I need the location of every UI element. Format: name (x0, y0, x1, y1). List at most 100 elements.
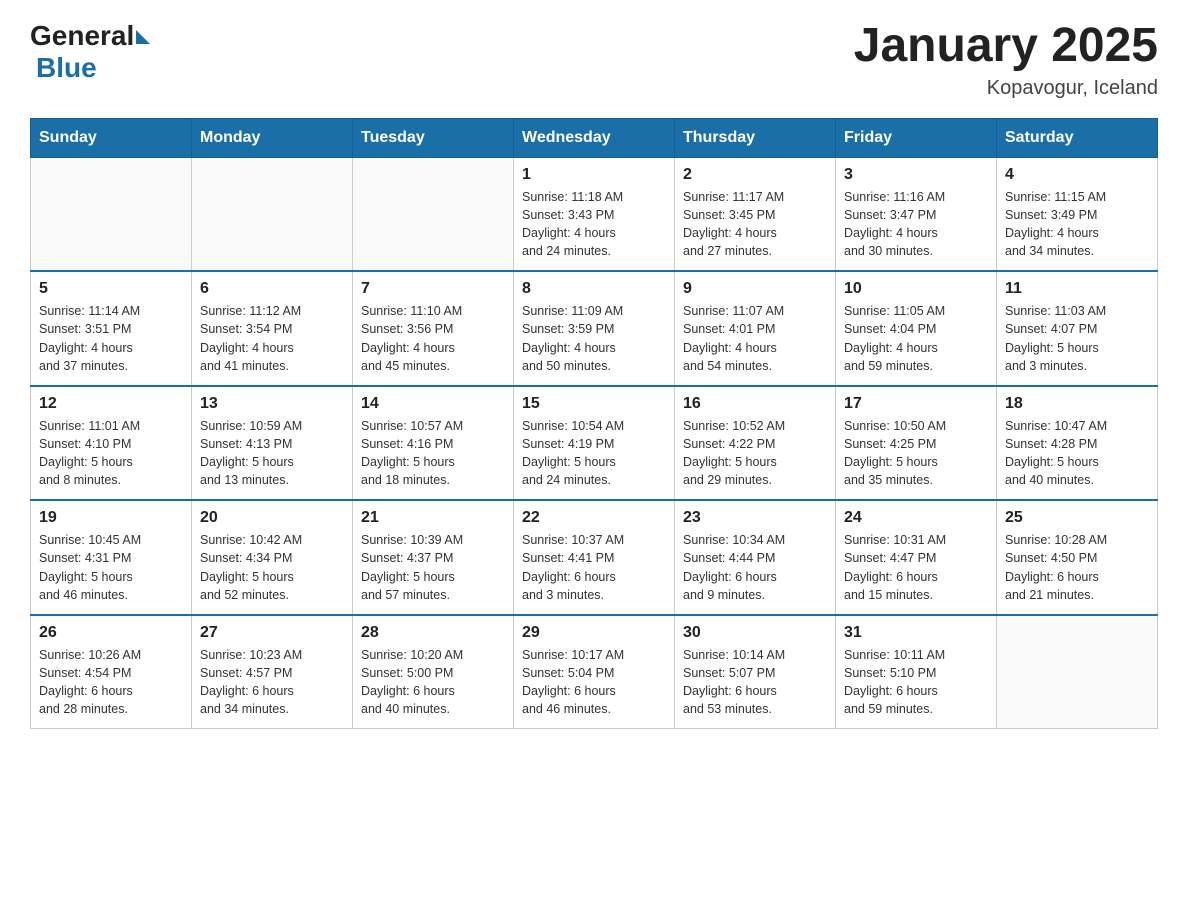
day-info: Sunrise: 10:39 AM Sunset: 4:37 PM Daylig… (361, 531, 505, 604)
day-info: Sunrise: 11:09 AM Sunset: 3:59 PM Daylig… (522, 302, 666, 375)
day-info: Sunrise: 11:17 AM Sunset: 3:45 PM Daylig… (683, 188, 827, 261)
calendar-cell: 30Sunrise: 10:14 AM Sunset: 5:07 PM Dayl… (675, 615, 836, 729)
calendar-cell: 29 Sunrise: 10:17 AM Sunset: 5:04 PM Dayl… (514, 615, 675, 729)
day-number: 29 (522, 624, 666, 642)
calendar-cell: 13Sunrise: 10:59 AM Sunset: 4:13 PM Dayl… (192, 386, 353, 501)
logo-blue-text: Blue (36, 52, 97, 83)
day-info: Sunrise: 10:20 AM Sunset: 5:00 PM Daylig… (361, 646, 505, 719)
calendar-cell (997, 615, 1158, 729)
weekday-header-saturday: Saturday (997, 118, 1158, 157)
day-number: 10 (844, 280, 988, 298)
calendar-cell: 2 Sunrise: 11:17 AM Sunset: 3:45 PM Dayli… (675, 157, 836, 271)
calendar-subtitle: Kopavogur, Iceland (854, 77, 1158, 100)
calendar-cell: 1Sunrise: 11:18 AM Sunset: 3:43 PM Dayli… (514, 157, 675, 271)
calendar-cell: 23 Sunrise: 10:34 AM Sunset: 4:44 PM Dayl… (675, 500, 836, 615)
day-number: 3 (844, 166, 988, 184)
calendar-cell: 4 Sunrise: 11:15 AM Sunset: 3:49 PM Dayli… (997, 157, 1158, 271)
day-info: Sunrise: 10:47 AM Sunset: 4:28 PM Daylig… (1005, 417, 1149, 490)
calendar-cell: 14 Sunrise: 10:57 AM Sunset: 4:16 PM Dayl… (353, 386, 514, 501)
calendar-cell: 11 Sunrise: 11:03 AM Sunset: 4:07 PM Dayl… (997, 271, 1158, 386)
day-info: Sunrise: 10:45 AM Sunset: 4:31 PM Daylig… (39, 531, 183, 604)
page-header: General Blue January 2025 Kopavogur, Ice… (30, 20, 1158, 100)
day-number: 25 (1005, 509, 1149, 527)
title-block: January 2025 Kopavogur, Iceland (854, 20, 1158, 100)
day-number: 7 (361, 280, 505, 298)
day-info: Sunrise: 11:10 AM Sunset: 3:56 PM Daylig… (361, 302, 505, 375)
calendar-cell: 15 Sunrise: 10:54 AM Sunset: 4:19 PM Dayl… (514, 386, 675, 501)
day-info: Sunrise: 11:15 AM Sunset: 3:49 PM Daylig… (1005, 188, 1149, 261)
day-number: 24 (844, 509, 988, 527)
day-info: Sunrise: 10:31 AM Sunset: 4:47 PM Daylig… (844, 531, 988, 604)
calendar-cell: 25 Sunrise: 10:28 AM Sunset: 4:50 PM Dayl… (997, 500, 1158, 615)
calendar-cell (31, 157, 192, 271)
day-number: 2 (683, 166, 827, 184)
day-info: Sunrise: 10:37 AM Sunset: 4:41 PM Daylig… (522, 531, 666, 604)
logo-general-text: General (30, 20, 134, 52)
calendar-cell: 5Sunrise: 11:14 AM Sunset: 3:51 PM Dayli… (31, 271, 192, 386)
day-number: 26 (39, 624, 183, 642)
calendar-cell: 31Sunrise: 10:11 AM Sunset: 5:10 PM Dayl… (836, 615, 997, 729)
calendar-cell: 24 Sunrise: 10:31 AM Sunset: 4:47 PM Dayl… (836, 500, 997, 615)
calendar-cell: 27 Sunrise: 10:23 AM Sunset: 4:57 PM Dayl… (192, 615, 353, 729)
weekday-header-row: SundayMondayTuesdayWednesdayThursdayFrid… (31, 118, 1158, 157)
calendar-table: SundayMondayTuesdayWednesdayThursdayFrid… (30, 118, 1158, 730)
calendar-cell: 6 Sunrise: 11:12 AM Sunset: 3:54 PM Dayli… (192, 271, 353, 386)
day-info: Sunrise: 10:26 AM Sunset: 4:54 PM Daylig… (39, 646, 183, 719)
weekday-header-wednesday: Wednesday (514, 118, 675, 157)
weekday-header-sunday: Sunday (31, 118, 192, 157)
day-info: Sunrise: 10:17 AM Sunset: 5:04 PM Daylig… (522, 646, 666, 719)
day-number: 5 (39, 280, 183, 298)
day-number: 6 (200, 280, 344, 298)
day-number: 12 (39, 395, 183, 413)
calendar-week-row: 19 Sunrise: 10:45 AM Sunset: 4:31 PM Dayl… (31, 500, 1158, 615)
day-info: Sunrise: 11:05 AM Sunset: 4:04 PM Daylig… (844, 302, 988, 375)
weekday-header-thursday: Thursday (675, 118, 836, 157)
calendar-week-row: 12 Sunrise: 11:01 AM Sunset: 4:10 PM Dayl… (31, 386, 1158, 501)
day-number: 20 (200, 509, 344, 527)
day-number: 27 (200, 624, 344, 642)
day-number: 21 (361, 509, 505, 527)
calendar-cell: 10 Sunrise: 11:05 AM Sunset: 4:04 PM Dayl… (836, 271, 997, 386)
calendar-cell (192, 157, 353, 271)
day-number: 14 (361, 395, 505, 413)
logo-arrow-icon (136, 30, 150, 44)
day-info: Sunrise: 10:23 AM Sunset: 4:57 PM Daylig… (200, 646, 344, 719)
calendar-cell: 22Sunrise: 10:37 AM Sunset: 4:41 PM Dayl… (514, 500, 675, 615)
day-info: Sunrise: 10:57 AM Sunset: 4:16 PM Daylig… (361, 417, 505, 490)
day-info: Sunrise: 11:12 AM Sunset: 3:54 PM Daylig… (200, 302, 344, 375)
logo: General Blue (30, 20, 150, 84)
weekday-header-friday: Friday (836, 118, 997, 157)
calendar-cell: 28Sunrise: 10:20 AM Sunset: 5:00 PM Dayl… (353, 615, 514, 729)
calendar-cell: 8Sunrise: 11:09 AM Sunset: 3:59 PM Dayli… (514, 271, 675, 386)
day-number: 18 (1005, 395, 1149, 413)
day-info: Sunrise: 10:28 AM Sunset: 4:50 PM Daylig… (1005, 531, 1149, 604)
calendar-title: January 2025 (854, 20, 1158, 73)
day-info: Sunrise: 10:50 AM Sunset: 4:25 PM Daylig… (844, 417, 988, 490)
calendar-week-row: 5Sunrise: 11:14 AM Sunset: 3:51 PM Dayli… (31, 271, 1158, 386)
calendar-cell: 7 Sunrise: 11:10 AM Sunset: 3:56 PM Dayli… (353, 271, 514, 386)
day-info: Sunrise: 10:42 AM Sunset: 4:34 PM Daylig… (200, 531, 344, 604)
day-info: Sunrise: 10:34 AM Sunset: 4:44 PM Daylig… (683, 531, 827, 604)
calendar-cell: 16Sunrise: 10:52 AM Sunset: 4:22 PM Dayl… (675, 386, 836, 501)
calendar-cell: 26 Sunrise: 10:26 AM Sunset: 4:54 PM Dayl… (31, 615, 192, 729)
calendar-cell: 19 Sunrise: 10:45 AM Sunset: 4:31 PM Dayl… (31, 500, 192, 615)
calendar-cell (353, 157, 514, 271)
calendar-week-row: 26 Sunrise: 10:26 AM Sunset: 4:54 PM Dayl… (31, 615, 1158, 729)
calendar-week-row: 1Sunrise: 11:18 AM Sunset: 3:43 PM Dayli… (31, 157, 1158, 271)
day-info: Sunrise: 11:18 AM Sunset: 3:43 PM Daylig… (522, 188, 666, 261)
day-info: Sunrise: 10:52 AM Sunset: 4:22 PM Daylig… (683, 417, 827, 490)
day-number: 11 (1005, 280, 1149, 298)
day-number: 19 (39, 509, 183, 527)
day-info: Sunrise: 10:54 AM Sunset: 4:19 PM Daylig… (522, 417, 666, 490)
calendar-cell: 3Sunrise: 11:16 AM Sunset: 3:47 PM Dayli… (836, 157, 997, 271)
day-number: 17 (844, 395, 988, 413)
calendar-cell: 20 Sunrise: 10:42 AM Sunset: 4:34 PM Dayl… (192, 500, 353, 615)
day-info: Sunrise: 11:01 AM Sunset: 4:10 PM Daylig… (39, 417, 183, 490)
day-number: 4 (1005, 166, 1149, 184)
day-number: 30 (683, 624, 827, 642)
calendar-cell: 9Sunrise: 11:07 AM Sunset: 4:01 PM Dayli… (675, 271, 836, 386)
day-number: 23 (683, 509, 827, 527)
day-number: 15 (522, 395, 666, 413)
day-number: 31 (844, 624, 988, 642)
day-info: Sunrise: 11:03 AM Sunset: 4:07 PM Daylig… (1005, 302, 1149, 375)
